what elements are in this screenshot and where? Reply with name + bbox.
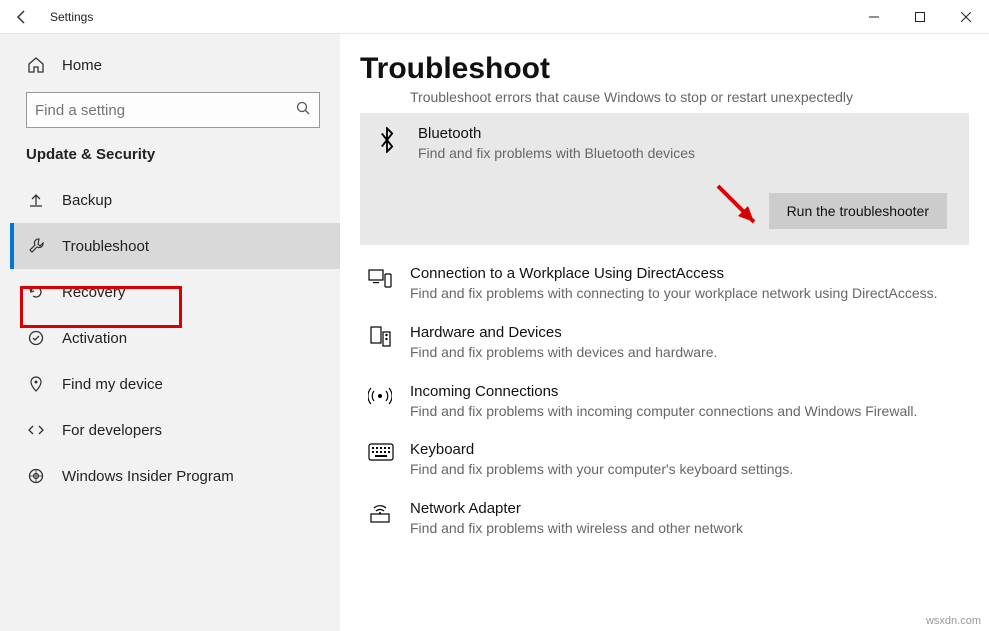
run-troubleshooter-button[interactable]: Run the troubleshooter (769, 193, 947, 229)
ts-desc: Find and fix problems with devices and h… (410, 343, 961, 363)
network-adapter-icon (368, 500, 410, 539)
minimize-button[interactable] (851, 0, 897, 34)
ts-title: Keyboard (410, 441, 961, 458)
backup-icon (26, 191, 46, 209)
ts-item-incoming-connections[interactable]: Incoming Connections Find and fix proble… (360, 373, 969, 432)
sidebar-item-label: For developers (62, 422, 162, 439)
ts-title: Incoming Connections (410, 383, 961, 400)
sidebar-item-label: Recovery (62, 284, 125, 301)
search-icon (296, 101, 311, 119)
sidebar-home[interactable]: Home (10, 48, 340, 82)
troubleshoot-icon (26, 237, 46, 255)
titlebar: Settings (0, 0, 989, 34)
ts-desc: Troubleshoot errors that cause Windows t… (410, 88, 961, 107)
sidebar-item-insider-program[interactable]: Windows Insider Program (10, 453, 340, 499)
page-title: Troubleshoot (360, 52, 969, 86)
ts-desc: Find and fix problems with wireless and … (410, 519, 961, 539)
ts-title: Bluetooth (418, 125, 953, 142)
ts-title: Network Adapter (410, 500, 961, 517)
hardware-icon (368, 324, 410, 363)
ts-item-bluetooth-expanded[interactable]: Bluetooth Find and fix problems with Blu… (360, 113, 969, 246)
ts-title: Hardware and Devices (410, 324, 961, 341)
sidebar-item-recovery[interactable]: Recovery (10, 269, 340, 315)
ts-title: Connection to a Workplace Using DirectAc… (410, 265, 961, 282)
bluetooth-icon (376, 125, 418, 164)
sidebar-item-for-developers[interactable]: For developers (10, 407, 340, 453)
ts-item-keyboard[interactable]: Keyboard Find and fix problems with your… (360, 431, 969, 490)
close-button[interactable] (943, 0, 989, 34)
sidebar-item-label: Backup (62, 192, 112, 209)
watermark: wsxdn.com (926, 615, 981, 627)
main-content: Troubleshoot Troubleshoot errors that ca… (340, 34, 989, 631)
sidebar-item-troubleshoot[interactable]: Troubleshoot (10, 223, 340, 269)
recovery-icon (26, 283, 46, 301)
sidebar-item-find-my-device[interactable]: Find my device (10, 361, 340, 407)
search-box[interactable] (26, 92, 320, 128)
sidebar-item-label: Activation (62, 330, 127, 347)
sidebar-item-label: Troubleshoot (62, 238, 149, 255)
search-input[interactable] (35, 102, 296, 119)
ts-desc: Find and fix problems with Bluetooth dev… (418, 144, 953, 164)
sidebar-item-label: Windows Insider Program (62, 468, 234, 485)
developers-icon (26, 421, 46, 439)
sidebar-item-label: Find my device (62, 376, 163, 393)
maximize-button[interactable] (897, 0, 943, 34)
back-button[interactable] (0, 9, 44, 25)
ts-item-truncated[interactable]: Troubleshoot errors that cause Windows t… (360, 88, 969, 113)
sidebar-section-header: Update & Security (10, 146, 340, 177)
directaccess-icon (368, 265, 410, 304)
window-title: Settings (44, 10, 93, 24)
ts-desc: Find and fix problems with connecting to… (410, 284, 961, 304)
incoming-icon (368, 383, 410, 422)
sidebar-item-activation[interactable]: Activation (10, 315, 340, 361)
find-device-icon (26, 375, 46, 393)
insider-icon (26, 467, 46, 485)
activation-icon (26, 329, 46, 347)
sidebar-home-label: Home (62, 57, 102, 74)
ts-item-directaccess[interactable]: Connection to a Workplace Using DirectAc… (360, 255, 969, 314)
ts-desc: Find and fix problems with your computer… (410, 460, 961, 480)
ts-desc: Find and fix problems with incoming comp… (410, 402, 961, 422)
ts-item-network-adapter[interactable]: Network Adapter Find and fix problems wi… (360, 490, 969, 549)
keyboard-icon (368, 441, 410, 480)
ts-item-hardware[interactable]: Hardware and Devices Find and fix proble… (360, 314, 969, 373)
sidebar: Home Update & Security Backup Troublesho… (0, 34, 340, 631)
sidebar-item-backup[interactable]: Backup (10, 177, 340, 223)
home-icon (26, 56, 46, 74)
